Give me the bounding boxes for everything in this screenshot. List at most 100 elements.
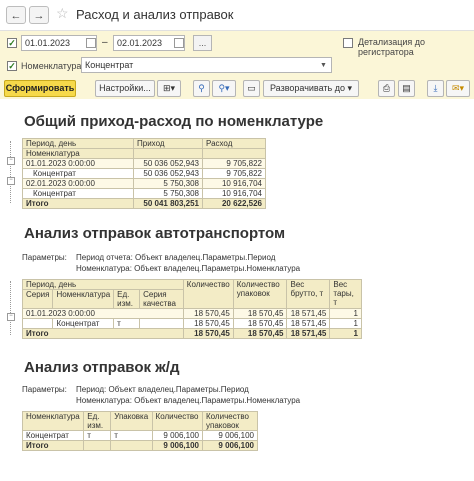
cell: 50 041 803,251 [133,198,203,209]
report2-table: Период, день Количество Количество упако… [21,279,362,339]
header-cell: Количество [182,279,234,309]
header-cell: Период, день [22,138,134,149]
header-cell: Количество [151,411,204,431]
report3-title: Анализ отправок ж/д [24,359,180,376]
collapse-icon[interactable]: ▭ [243,80,260,97]
settings-button[interactable]: Настройки... [95,80,155,97]
chevron-down-icon[interactable]: ▼ [320,62,327,69]
cell: 18 570,45 [182,308,234,319]
collapse-icon[interactable]: − [7,177,15,185]
header-cell: Приход [133,138,203,149]
forward-icon[interactable]: → [29,6,49,24]
detail-checkbox[interactable] [343,38,353,48]
cell [83,440,112,451]
favorite-star-icon[interactable]: ☆ [56,5,69,22]
nomenclature-checkbox[interactable]: ✓ [7,61,17,71]
params-label: Параметры: [22,385,67,394]
table-row[interactable]: Концентрат т 18 570,45 18 570,45 18 571,… [21,318,362,329]
table-header: Номенклатура [22,148,266,159]
cell: 9 705,822 [202,158,266,169]
nomenclature-field[interactable]: Концентрат [81,57,332,73]
table-row[interactable]: Концентрат т т 9 006,100 9 006,100 [21,430,258,441]
save-icon[interactable]: ⤓ [427,80,444,97]
cell: Концентрат [21,430,85,441]
preview-icon[interactable]: ▤ [398,80,415,97]
header-cell: Номенклатура [52,289,115,309]
total-row[interactable]: Итого 50 041 803,251 20 622,526 [22,198,266,209]
cell [21,318,54,329]
cell: 10 916,704 [202,178,266,189]
cell: Концентрат [22,168,134,179]
cell: 1 [329,328,362,339]
cell: 18 571,45 [286,328,331,339]
nomenclature-label: Номенклатура: [21,61,84,71]
toolbar: Сформировать Настройки... ⊞▾ ⚲ ⚲▾ ▭ Разв… [0,78,474,100]
table-row[interactable]: 01.01.2023 0:00:00 18 570,45 18 570,45 1… [22,308,362,319]
param-line: Номенклатура: Объект владелец.Параметры.… [76,264,301,273]
param-line: Номенклатура: Объект владелец.Параметры.… [76,396,301,405]
cell: 01.01.2023 0:00:00 [22,308,184,319]
find-icon[interactable]: ⚲▾ [212,80,236,97]
cell: 9 006,100 [151,430,204,441]
header-cell: Ед. изм. [83,411,112,431]
total-row[interactable]: Итого 18 570,45 18 570,45 18 571,45 1 [22,328,362,339]
table-row[interactable]: 01.01.2023 0:00:00 50 036 052,943 9 705,… [22,158,266,169]
params-label: Параметры: [22,253,67,262]
header-cell: Вес брутто, т [286,279,331,309]
cell: 02.01.2023 0:00:00 [22,178,134,189]
period-choose-button[interactable]: ... [193,35,212,51]
header-cell: Серия качества [139,289,184,309]
cell [139,318,184,329]
header-cell: Количество упаковок [202,411,258,431]
detail-label: Детализация до регистратора [358,37,426,57]
cell: 1 [329,318,362,329]
report2-title: Анализ отправок автотранспортом [24,225,286,242]
cell: 9 705,822 [202,168,266,179]
table-row[interactable]: Концентрат 50 036 052,943 9 705,822 [22,168,266,179]
search-icon[interactable]: ⚲ [193,80,210,97]
total-row[interactable]: Итого 9 006,100 9 006,100 [21,440,258,451]
expand-label: Разворачивать до [269,83,345,93]
cell: 18 571,45 [286,318,331,329]
cell: Итого [22,328,184,339]
collapse-icon[interactable]: − [7,313,15,321]
cell: 5 750,308 [133,188,203,199]
cell: 9 006,100 [202,440,258,451]
collapse-icon[interactable]: − [7,157,15,165]
header-cell: Номенклатура [22,148,134,159]
cell: 50 036 052,943 [133,158,203,169]
header-cell: Вес тары, т [329,279,362,309]
param-line: Период отчета: Объект владелец.Параметры… [76,253,276,262]
report3-table: Номенклатура Ед. изм. Упаковка Количеств… [21,411,258,451]
print-icon[interactable]: ⎙ [378,80,395,97]
cell: 01.01.2023 0:00:00 [22,158,134,169]
cell: 18 570,45 [232,308,288,319]
table-header: Период, день Количество Количество упако… [22,279,362,309]
cell: 5 750,308 [133,178,203,189]
back-icon[interactable]: ← [6,6,26,24]
header-cell: Упаковка [110,411,153,431]
generate-button[interactable]: Сформировать [4,80,76,97]
tree-line [10,281,11,335]
cell: 18 570,45 [232,328,288,339]
report1-title: Общий приход-расход по номенклатуре [24,113,324,130]
calendar-icon[interactable] [174,38,184,48]
cell: 18 570,45 [182,318,234,329]
table-row[interactable]: 02.01.2023 0:00:00 5 750,308 10 916,704 [22,178,266,189]
variant-menu-icon[interactable]: ⊞▾ [157,80,181,97]
cell [110,440,153,451]
cell: 18 570,45 [182,328,234,339]
cell: Итого [22,198,134,209]
cell: Концентрат [22,188,134,199]
cell: 9 006,100 [202,430,258,441]
calendar-icon[interactable] [86,38,96,48]
cell: т [113,318,141,329]
expand-button[interactable]: Разворачивать до ▾ [263,80,359,97]
header-cell: Ед. изм. [113,289,141,309]
cell: 1 [329,308,362,319]
period-checkbox[interactable]: ✓ [7,38,17,48]
cell: 18 571,45 [286,308,331,319]
cell: 20 622,526 [202,198,266,209]
mail-icon[interactable]: ✉▾ [446,80,470,97]
table-row[interactable]: Концентрат 5 750,308 10 916,704 [22,188,266,199]
